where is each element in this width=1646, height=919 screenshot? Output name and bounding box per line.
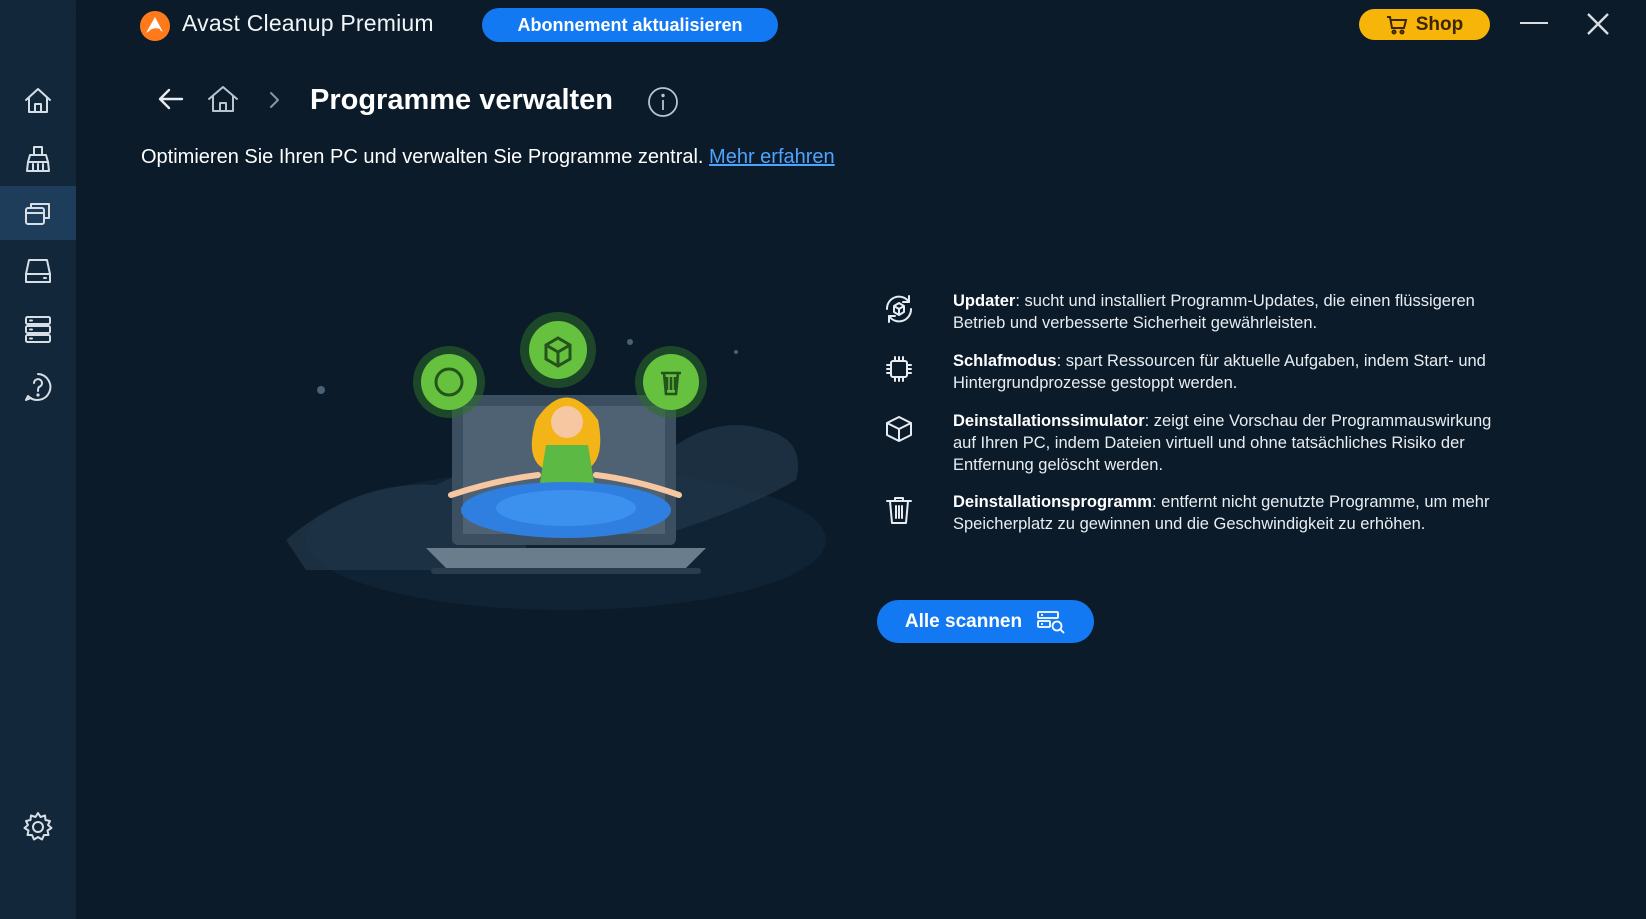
chevron-right-icon — [270, 92, 279, 108]
trash-icon — [882, 493, 916, 527]
sidebar-item-cleanup[interactable] — [0, 132, 76, 186]
back-button[interactable] — [156, 84, 186, 114]
breadcrumb-home[interactable] — [206, 84, 240, 114]
sidebar-item-database[interactable] — [0, 302, 76, 356]
broom-icon — [26, 146, 50, 172]
sidebar-item-settings[interactable] — [0, 800, 76, 854]
updater-icon — [882, 292, 916, 326]
page-subtitle: Optimieren Sie Ihren PC und verwalten Si… — [141, 146, 835, 169]
upgrade-subscription-button[interactable]: Abonnement aktualisieren — [482, 8, 778, 42]
feature-name: Updater — [953, 292, 1016, 310]
app-title: Avast Cleanup Premium — [182, 10, 434, 36]
sidebar-item-drive[interactable] — [0, 244, 76, 298]
close-icon — [1587, 13, 1609, 35]
feature-uninstall-simulator-text: Deinstallationssimulator: zeigt eine Vor… — [953, 410, 1493, 476]
main-panel: Avast Cleanup Premium Abonnement aktuali… — [76, 0, 1646, 919]
programs-icon — [25, 203, 50, 225]
shop-label: Shop — [1415, 13, 1464, 35]
arrow-left-icon — [158, 88, 184, 110]
title-bar: Avast Cleanup Premium Abonnement aktuali… — [76, 0, 1646, 50]
cart-icon — [1386, 15, 1408, 34]
sidebar-item-help[interactable] — [0, 360, 76, 414]
chip-icon — [882, 352, 916, 386]
sidebar-item-home[interactable] — [0, 74, 76, 128]
feature-name: Deinstallationsprogramm — [953, 493, 1152, 511]
scan-all-button[interactable]: Alle scannen — [877, 600, 1094, 643]
breadcrumb-separator — [266, 90, 282, 110]
home-icon — [208, 86, 238, 112]
feature-uninstaller-text: Deinstallationsprogramm: entfernt nicht … — [953, 491, 1493, 535]
minimize-button[interactable] — [1520, 22, 1548, 24]
gear-icon — [23, 812, 53, 841]
sidebar — [0, 0, 76, 919]
feature-updater-text: Updater: sucht und installiert Programm-… — [953, 290, 1493, 334]
meditation-illustration — [286, 312, 826, 610]
home-icon — [25, 88, 51, 113]
scan-icon — [1037, 610, 1065, 634]
info-icon — [648, 87, 678, 117]
page-title: Programme verwalten — [310, 84, 614, 116]
sidebar-item-programs[interactable] — [0, 186, 76, 240]
box-icon — [882, 412, 916, 446]
feature-description: : sucht und installiert Programm-Updates… — [953, 292, 1475, 332]
avast-logo-icon — [140, 11, 170, 41]
close-button[interactable] — [1584, 10, 1612, 38]
info-button[interactable] — [647, 86, 679, 118]
database-icon — [25, 316, 51, 343]
feature-sleep-mode-text: Schlafmodus: spart Ressourcen für aktuel… — [953, 350, 1493, 394]
scan-all-label: Alle scannen — [904, 610, 1023, 632]
feature-name: Deinstallationssimulator — [953, 412, 1145, 430]
learn-more-link[interactable]: Mehr erfahren — [709, 146, 835, 168]
help-icon — [25, 373, 52, 401]
subtitle-text: Optimieren Sie Ihren PC und verwalten Si… — [141, 146, 704, 168]
feature-name: Schlafmodus — [953, 352, 1057, 370]
drive-icon — [25, 259, 51, 283]
shop-button[interactable]: Shop — [1359, 9, 1490, 40]
